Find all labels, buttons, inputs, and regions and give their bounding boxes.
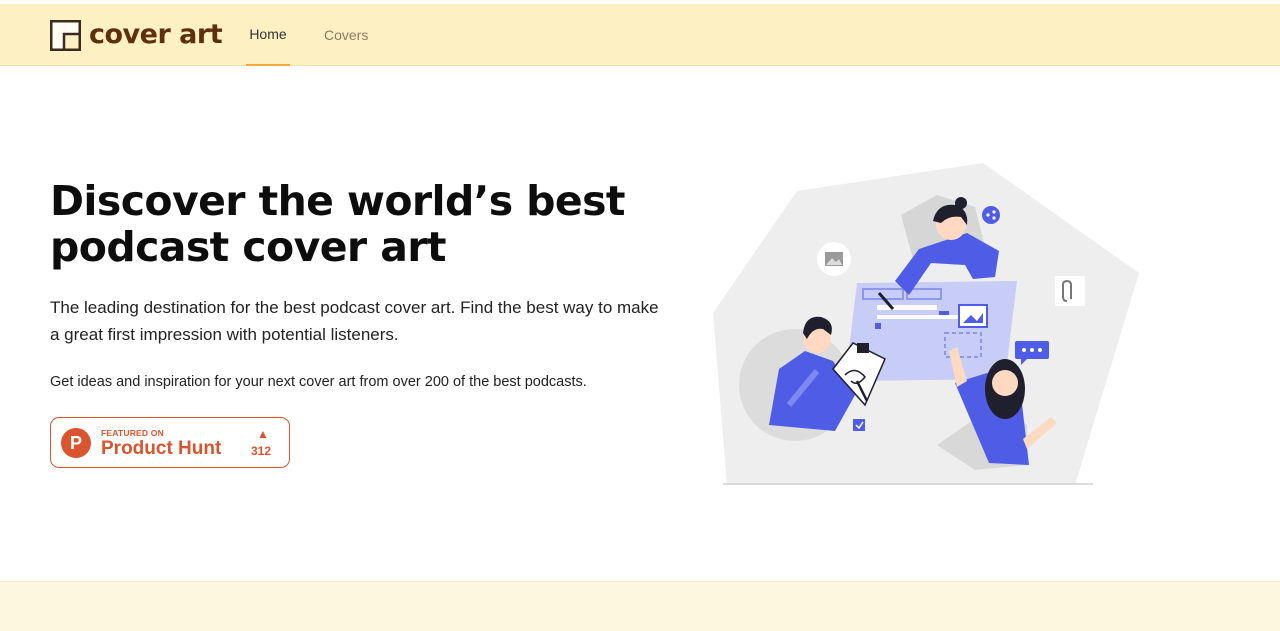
product-hunt-logo-icon: P bbox=[61, 428, 91, 458]
footer-band bbox=[0, 581, 1280, 631]
share-icon bbox=[982, 206, 1000, 224]
brand-logo-link[interactable]: cover art bbox=[50, 19, 223, 51]
navbar: cover art Home Covers bbox=[0, 4, 1280, 66]
product-hunt-featured-label: FEATURED ON bbox=[101, 428, 164, 438]
product-hunt-badge[interactable]: P FEATURED ON Product Hunt ▲ 312 bbox=[50, 417, 290, 468]
paperclip-icon bbox=[1055, 276, 1085, 306]
hero-note: Get ideas and inspiration for your next … bbox=[50, 374, 587, 390]
nav-home[interactable]: Home bbox=[246, 4, 290, 66]
cover-art-logo-icon bbox=[50, 19, 81, 51]
upvote-count: 312 bbox=[251, 444, 272, 458]
checkbox-icon bbox=[853, 419, 865, 431]
product-hunt-name: Product Hunt bbox=[101, 438, 222, 459]
nav-covers[interactable]: Covers bbox=[324, 4, 368, 66]
upvote-arrow-icon: ▲ bbox=[257, 427, 269, 441]
brand-name: cover art bbox=[89, 19, 223, 50]
team-collaboration-illustration bbox=[705, 155, 1145, 495]
image-icon bbox=[817, 242, 851, 276]
hero-subtitle: The leading destination for the best pod… bbox=[50, 298, 659, 344]
hero-title: Discover the world’s best podcast cover … bbox=[50, 177, 626, 271]
